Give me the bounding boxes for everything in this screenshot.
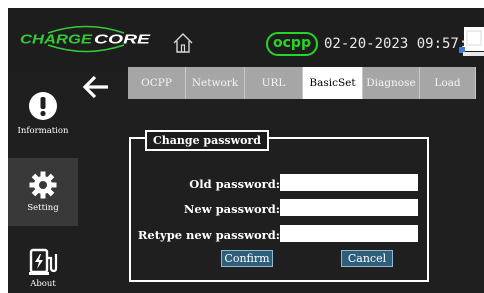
tab-load[interactable]: Load <box>420 67 476 99</box>
sidebar-item-information[interactable]: Information <box>8 80 78 152</box>
settings-tab-bar: OCPP Network URL BasicSet Diagnose Load <box>128 67 476 99</box>
chargecore-logo: CHARGE CORE <box>20 25 151 53</box>
tab-network[interactable]: Network <box>186 67 245 99</box>
sidebar: Information Setting About <box>8 72 78 293</box>
info-icon <box>29 92 57 120</box>
old-password-input[interactable] <box>280 174 418 191</box>
monitor-icon <box>459 27 484 56</box>
retype-password-label: Retype new password: <box>137 228 280 242</box>
tab-ocpp[interactable]: OCPP <box>128 67 186 99</box>
back-arrow-icon[interactable] <box>80 72 112 102</box>
left-edge <box>0 8 8 293</box>
ocpp-status-badge: ocpp <box>266 32 318 56</box>
gear-icon <box>29 171 57 199</box>
logo-text-charge: CHARGE <box>20 33 93 47</box>
cancel-button[interactable]: Cancel <box>341 250 393 267</box>
home-icon[interactable] <box>172 32 194 54</box>
charger-icon <box>29 248 58 275</box>
logo-text-core: CORE <box>94 33 151 47</box>
tab-url[interactable]: URL <box>245 67 303 99</box>
top-bar: CHARGE CORE ocpp 02-20-2023 09:57:20 <box>8 8 484 72</box>
sidebar-item-label: Setting <box>27 203 59 213</box>
sidebar-item-label: Information <box>17 126 69 136</box>
panel-title: Change password <box>145 130 269 151</box>
new-password-label: New password: <box>183 202 280 216</box>
tab-diagnose[interactable]: Diagnose <box>363 67 420 99</box>
sidebar-item-label: About <box>30 279 56 289</box>
sidebar-edge-marker <box>0 84 3 96</box>
new-password-input[interactable] <box>280 199 418 216</box>
sidebar-item-setting[interactable]: Setting <box>8 158 78 226</box>
confirm-button[interactable]: Confirm <box>221 250 273 267</box>
old-password-label: Old password: <box>189 177 280 191</box>
sidebar-item-about[interactable]: About <box>8 240 78 293</box>
retype-password-input[interactable] <box>280 225 418 242</box>
tab-basicset[interactable]: BasicSet <box>303 67 363 99</box>
